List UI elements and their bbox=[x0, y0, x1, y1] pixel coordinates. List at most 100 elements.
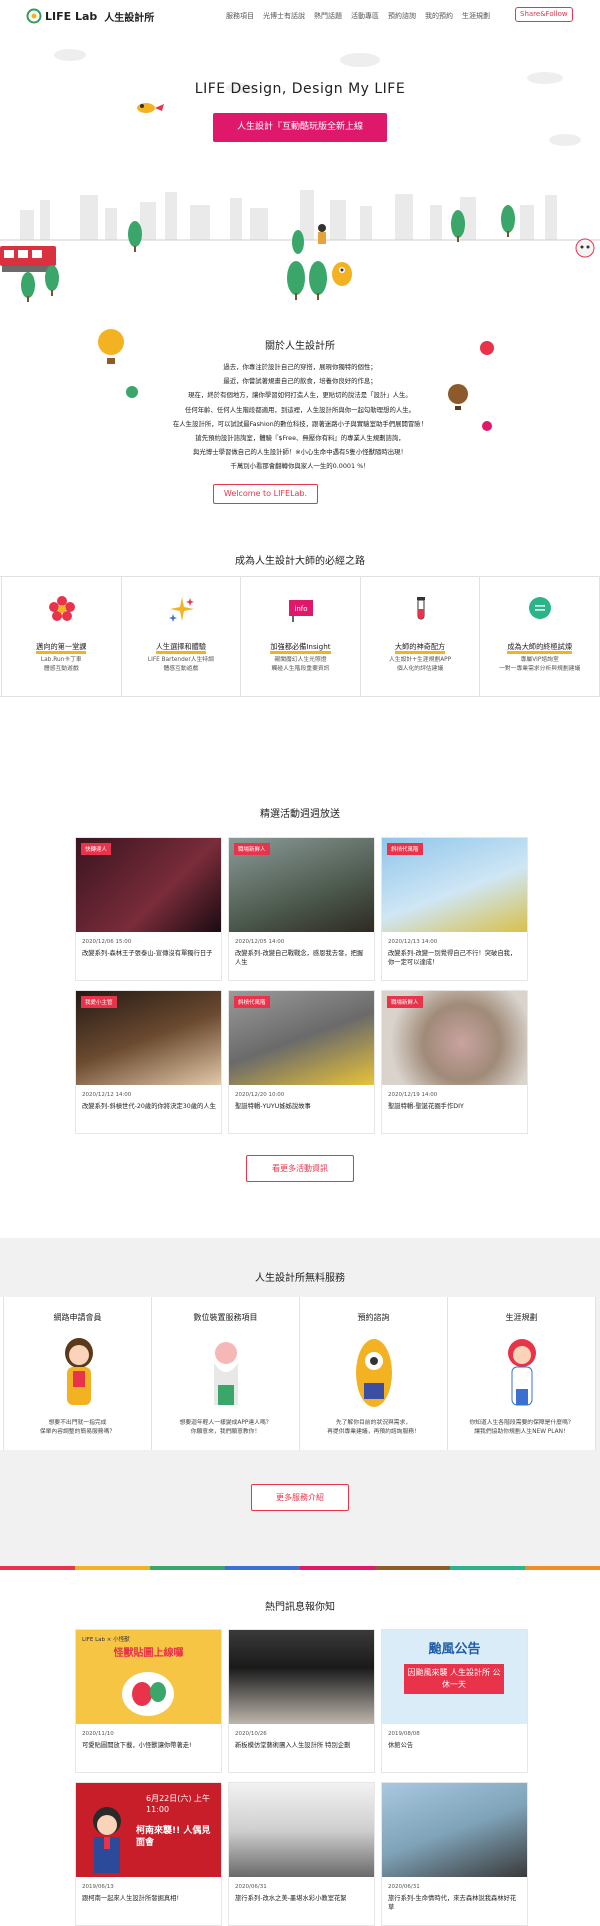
event-date: 2020/12/20 10:00 bbox=[235, 1092, 285, 1098]
about-body: 過去，你專注於設計自己的穿搭，展現你獨特的個性； 最近，你嘗試著規畫自己的飲食，… bbox=[150, 360, 450, 474]
path-sub: 一對一專業需求分析與規劃建議 bbox=[499, 666, 581, 672]
logo-mark-icon bbox=[26, 8, 42, 24]
news-card[interactable]: 2020/10/26 新板模仿堂藝術團入人生設計所 特別企劃 bbox=[228, 1629, 375, 1773]
sparkle-icon bbox=[168, 597, 194, 622]
site-logo[interactable]: LIFE Lab 人生設計所 bbox=[26, 8, 154, 24]
events-section-title: 精選活動週週放送 bbox=[260, 809, 340, 820]
nav-item-doctor-says[interactable]: 光博士有話說 bbox=[263, 11, 305, 21]
news-date: 2019/06/13 bbox=[82, 1884, 114, 1890]
event-date: 2020/12/12 14:00 bbox=[82, 1092, 132, 1098]
about-line: 搶先預約設計諮詢室，體驗『$Free、無壓你有料』的專業人生規劃諮詢， bbox=[195, 434, 405, 443]
path-section-title: 成為人生設計大師的必經之路 bbox=[235, 556, 365, 567]
about-title: 關於人生設計所 bbox=[265, 341, 335, 352]
hero-cta-button[interactable]: 人生設計『互動酷玩版全新上線 bbox=[213, 113, 387, 142]
nav-item-hot-topics[interactable]: 熱門話題 bbox=[314, 11, 342, 21]
event-tag: 我愛小主管 bbox=[81, 996, 117, 1008]
poster-subtitle: 6月22日(六) 上午11:00 bbox=[146, 1794, 211, 1814]
woman-character-icon bbox=[508, 1339, 536, 1406]
poster-title: 怪獸貼圖上線囉 bbox=[113, 1648, 184, 1659]
poster-title: 柯南來襲!! 人偶見面會 bbox=[136, 1826, 211, 1848]
about-line: 千萬別小看那會翻轉你與家人一生的0.0001 %！ bbox=[230, 462, 370, 471]
more-events-button[interactable]: 看更多活動資訊 bbox=[246, 1155, 354, 1182]
event-card[interactable]: 斜槓代萬階 2020/12/20 10:00 聖誕特輯-YUYU姊姊說故事 bbox=[228, 990, 375, 1134]
event-card[interactable]: 斜槓代萬階 2020/12/13 14:00 改變系列-改變一別覺得自己不行！突… bbox=[381, 837, 528, 981]
service-card[interactable]: 網路申請會員 想要不出門就一指完成 保單內容調整的簡易服務嗎？ bbox=[4, 1297, 152, 1450]
service-title: 生涯規劃 bbox=[505, 1313, 538, 1322]
news-card[interactable]: 6月22日(六) 上午11:00 柯南來襲!! 人偶見面會 2019/06/13… bbox=[75, 1782, 222, 1926]
path-sub: 體感互動遊戲 bbox=[163, 666, 199, 672]
news-date: 2019/08/08 bbox=[388, 1731, 420, 1737]
path-card[interactable]: 邁向的第一堂課 Lab.Run卡丁車 體感互動遊戲 bbox=[2, 576, 122, 697]
path-card[interactable]: 成為大師的終極試煉 專屬VIP諮詢室 一對一專業需求分析與規劃建議 bbox=[480, 576, 600, 697]
pink-balloon-icon bbox=[482, 421, 492, 431]
news-image bbox=[382, 1783, 527, 1877]
event-card[interactable]: 職場新鮮人 2020/12/05 14:00 改變系列-改變自己戰戰念，感恩我去… bbox=[228, 837, 375, 981]
news-section-title: 熱門訊息報你知 bbox=[265, 1602, 335, 1613]
news-title: 可愛貼圖開放下載，小怪獸讓你帶著走! bbox=[82, 1742, 192, 1749]
path-label: 人生選擇和體驗 bbox=[155, 642, 207, 654]
service-card[interactable]: 生涯規劃 你知道人生各階段需要的保障是什麼嗎？ 讓我們協助你規劃人生NEW PLA… bbox=[448, 1297, 596, 1450]
event-date: 2020/12/06 15:00 bbox=[82, 939, 132, 945]
top-header: LIFE Lab 人生設計所 服務項目 光博士有話說 熱門話題 活動專區 預約諮… bbox=[0, 0, 600, 32]
nav-item-career-plan[interactable]: 生涯規劃 bbox=[462, 11, 490, 21]
event-tag: 斜槓代萬階 bbox=[234, 996, 270, 1008]
event-card[interactable]: 快轉達人 2020/12/06 15:00 改變系列-森林王子張泰山-宣傳沒有單… bbox=[75, 837, 222, 981]
welcome-button[interactable]: Welcome to LIFELab. bbox=[213, 484, 318, 504]
news-image: 6月22日(六) 上午11:00 柯南來襲!! 人偶見面會 bbox=[76, 1783, 221, 1877]
path-sub: 專屬VIP諮詢室 bbox=[520, 657, 559, 663]
news-image: LIFE Lab × 小怪獸 怪獸貼圖上線囉 bbox=[76, 1630, 221, 1724]
event-title: 改變系列-斜槓世代-20歲的你將決定30歲的人生 bbox=[82, 1103, 216, 1110]
news-card[interactable]: 2020/06/31 旅行系列-生命情時代，來去森林說我森林好花草 bbox=[381, 1782, 528, 1926]
news-date: 2020/10/26 bbox=[235, 1731, 267, 1737]
news-date: 2020/11/10 bbox=[82, 1731, 114, 1737]
monster-character-icon bbox=[356, 1339, 392, 1407]
more-services-button[interactable]: 更多服務介紹 bbox=[251, 1484, 349, 1511]
event-title: 改變系列-改變一別覺得自己不行！突破自我，你一定可以達成！ bbox=[388, 950, 517, 966]
service-desc: 想要迴年輕人一樣變成APP達人嗎？ bbox=[179, 1420, 272, 1426]
path-label: 加強都必備Insight bbox=[270, 642, 331, 654]
svg-text:info: info bbox=[295, 605, 308, 613]
service-card[interactable]: 數位裝置服務項目 想要迴年輕人一樣變成APP達人嗎？ 你願意來，我們願意教你！ bbox=[152, 1297, 300, 1450]
service-card[interactable]: 預約諮詢 先了解你目前的狀況與需求， 再提供專業建議，再預約諮詢服務！ bbox=[300, 1297, 448, 1450]
event-tag: 斜槓代萬階 bbox=[387, 843, 423, 855]
event-card[interactable]: 職場新鮮人 2020/12/19 14:00 聖誕特輯-聖誕花圈手作DIY bbox=[381, 990, 528, 1134]
service-desc: 讓我們協助你規劃人生NEW PLAN！ bbox=[474, 1429, 569, 1435]
news-date: 2020/06/31 bbox=[235, 1884, 267, 1890]
news-title: 休館公告 bbox=[388, 1742, 414, 1749]
nav-item-my-booking[interactable]: 我的預約 bbox=[425, 11, 453, 21]
service-desc: 想要不出門就一指完成 bbox=[48, 1420, 107, 1426]
path-card[interactable]: 大師的神奇配方 人生設計+生涯規劃APP 個人化的評估建議 bbox=[360, 576, 481, 697]
kid-character-icon bbox=[318, 224, 326, 244]
news-date: 2020/06/31 bbox=[388, 1884, 420, 1890]
detective-character-icon bbox=[93, 1807, 121, 1873]
nav-item-services[interactable]: 服務項目 bbox=[226, 11, 254, 21]
news-title: 新板模仿堂藝術團入人生設計所 特別企劃 bbox=[235, 1742, 351, 1749]
news-title: 旅行系列-改水之美-墨堪水彩小教室花絮 bbox=[235, 1895, 347, 1902]
news-card[interactable]: 颱風公告 因颱風來襲 人生設計所 公休一天 2019/08/08 休館公告 bbox=[381, 1629, 528, 1773]
news-card[interactable]: LIFE Lab × 小怪獸 怪獸貼圖上線囉 2020/11/10 可愛貼圖開放… bbox=[75, 1629, 222, 1773]
services-section-title: 人生設計所無料服務 bbox=[255, 1273, 345, 1284]
event-card[interactable]: 我愛小主管 2020/12/12 14:00 改變系列-斜槓世代-20歲的你將決… bbox=[75, 990, 222, 1134]
news-card[interactable]: 2020/06/31 旅行系列-改水之美-墨堪水彩小教室花絮 bbox=[228, 1782, 375, 1926]
event-date: 2020/12/05 14:00 bbox=[235, 939, 285, 945]
events-grid: 快轉達人 2020/12/06 15:00 改變系列-森林王子張泰山-宣傳沒有單… bbox=[75, 837, 528, 1134]
service-title: 網路申請會員 bbox=[53, 1313, 102, 1322]
nav-item-booking[interactable]: 預約諮詢 bbox=[388, 11, 416, 21]
path-sub: 親聞魔幻人生光照燈 bbox=[274, 657, 327, 663]
about-line: 在人生設計所，可以試試最Fashion的數位科技，跟著迷路小子與實驗室助手們展開… bbox=[172, 419, 428, 428]
brown-balloon-icon bbox=[448, 384, 468, 410]
nav-item-events[interactable]: 活動專區 bbox=[351, 11, 379, 21]
elder-character-icon bbox=[214, 1342, 238, 1405]
service-desc: 再提供專業建議，再預約諮詢服務！ bbox=[327, 1429, 420, 1435]
about-line: 現在，終於有個地方，讓你學習如何打造人生，更貼切的說法是「設計」人生。 bbox=[188, 391, 412, 400]
yellow-monster-icon bbox=[332, 262, 352, 286]
path-sub: 人生設計+生涯規劃APP bbox=[388, 657, 452, 663]
girl-character-icon bbox=[65, 1338, 93, 1405]
test-tube-icon bbox=[416, 597, 425, 620]
logo-text: LIFE Lab bbox=[45, 9, 98, 23]
share-follow-button[interactable]: Share&Follow bbox=[515, 7, 573, 22]
path-sub: 體感互動遊戲 bbox=[43, 666, 79, 672]
path-card[interactable]: info 加強都必備Insight 親聞魔幻人生光照燈 觸碰人生階段重要資訊 bbox=[241, 576, 361, 697]
news-image bbox=[229, 1783, 374, 1877]
path-card[interactable]: 人生選擇和體驗 LIFE Bartender人生特調 體感互動遊戲 bbox=[121, 576, 242, 697]
